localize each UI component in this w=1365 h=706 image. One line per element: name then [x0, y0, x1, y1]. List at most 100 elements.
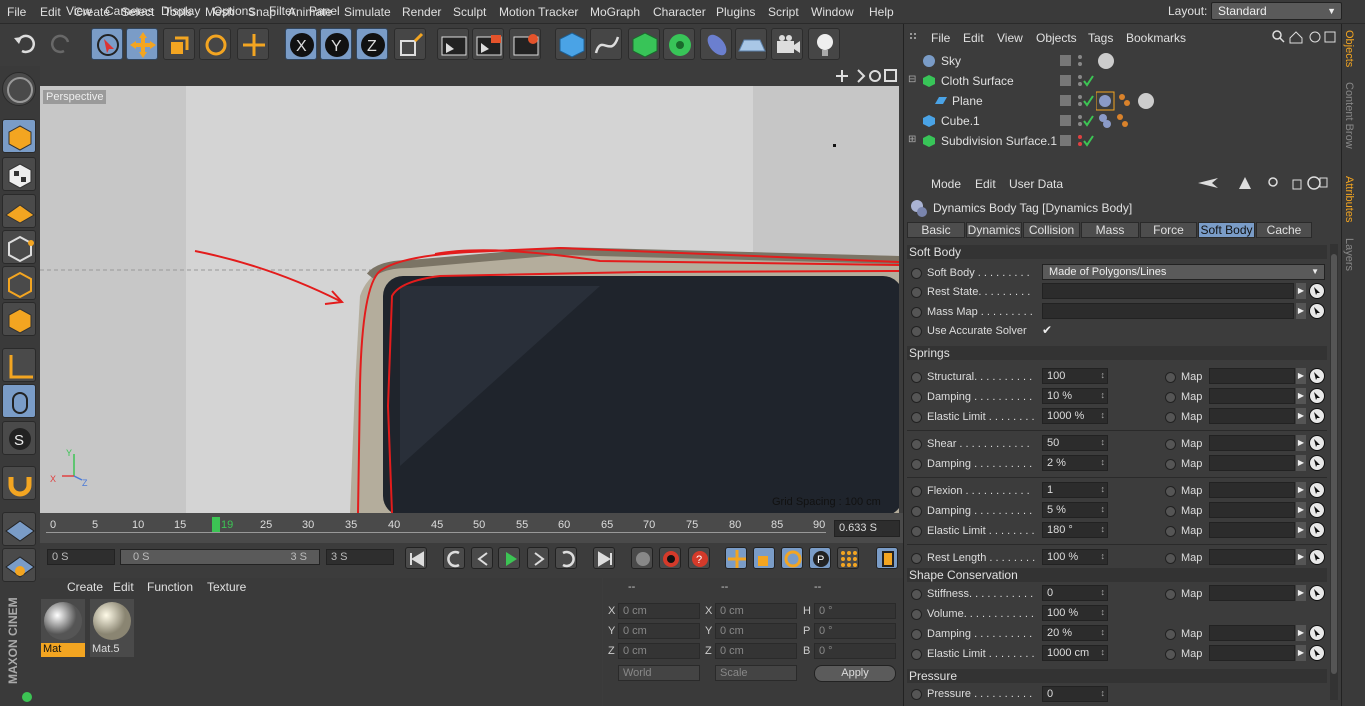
- link-arrow-icon[interactable]: ▶: [1296, 408, 1306, 424]
- scrollbar-thumb[interactable]: [1331, 254, 1337, 674]
- damping-field[interactable]: 10 %: [1042, 388, 1108, 404]
- collapse-icon[interactable]: ⊟: [908, 74, 916, 85]
- tab-cache[interactable]: Cache: [1256, 222, 1312, 238]
- rest-state-link-field[interactable]: [1042, 283, 1294, 299]
- animate-radio[interactable]: [911, 326, 922, 337]
- key-position-icon[interactable]: [725, 547, 747, 569]
- deformer-icon[interactable]: [700, 28, 732, 60]
- rotation-b-field[interactable]: 0 °: [814, 643, 896, 659]
- link-arrow-icon[interactable]: ▶: [1296, 435, 1306, 451]
- shape-elastic-limit-field[interactable]: 1000 cm: [1042, 645, 1108, 661]
- shear-damping-field[interactable]: 2 %: [1042, 455, 1108, 471]
- animate-radio[interactable]: [911, 506, 922, 517]
- visibility-toggles-icon[interactable]: [1060, 74, 1094, 88]
- link-arrow-icon[interactable]: ▶: [1296, 502, 1306, 518]
- menu-character[interactable]: Character: [653, 5, 706, 19]
- pick-arrow-icon[interactable]: [1309, 435, 1325, 451]
- map-animate-radio[interactable]: [1165, 439, 1176, 450]
- edges-mode-icon[interactable]: [2, 266, 36, 300]
- menu-motion-tracker[interactable]: Motion Tracker: [499, 5, 578, 19]
- animate-radio[interactable]: [911, 526, 922, 537]
- tweak-mode-icon[interactable]: [2, 384, 36, 418]
- collision-tag-icons[interactable]: [1098, 113, 1128, 129]
- menu-plugins[interactable]: Plugins: [716, 5, 755, 19]
- map-animate-radio[interactable]: [1165, 629, 1176, 640]
- render-region-icon[interactable]: [437, 28, 469, 60]
- rest-length-field[interactable]: 100 %: [1042, 549, 1108, 565]
- pick-arrow-icon[interactable]: [1309, 502, 1325, 518]
- position-y-field[interactable]: 0 cm: [618, 623, 700, 639]
- object-row-cube[interactable]: Cube.1: [908, 111, 1340, 131]
- snapping-icon[interactable]: [2, 466, 36, 500]
- previous-key-icon[interactable]: [443, 547, 465, 569]
- attr-scrollbar[interactable]: [1330, 244, 1338, 700]
- rotation-p-field[interactable]: 0 °: [814, 623, 896, 639]
- z-axis-icon[interactable]: Z: [356, 28, 388, 60]
- coordinate-system-icon[interactable]: [394, 28, 426, 60]
- spline-pen-icon[interactable]: [590, 28, 622, 60]
- redo-icon[interactable]: [46, 28, 78, 60]
- link-arrow-icon[interactable]: ▶: [1296, 368, 1306, 384]
- flexion-field[interactable]: 1: [1042, 482, 1108, 498]
- size-x-field[interactable]: 0 cm: [715, 603, 797, 619]
- pick-arrow-icon[interactable]: [1309, 388, 1325, 404]
- material-menu-edit[interactable]: Edit: [113, 580, 134, 594]
- pick-arrow-icon[interactable]: [1309, 368, 1325, 384]
- end-time-field[interactable]: 3 S: [326, 549, 394, 565]
- current-time-field[interactable]: 0.633 S: [834, 520, 900, 537]
- animate-radio[interactable]: [911, 392, 922, 403]
- menu-script[interactable]: Script: [768, 5, 799, 19]
- size-z-field[interactable]: 0 cm: [715, 643, 797, 659]
- pick-arrow-icon[interactable]: [1309, 283, 1325, 299]
- side-tab-content-browser[interactable]: Content Brow: [1343, 82, 1355, 149]
- link-arrow-icon[interactable]: ▶: [1296, 303, 1306, 319]
- flexion-damping-map-field[interactable]: [1209, 502, 1295, 518]
- key-parameter-icon[interactable]: P: [809, 547, 831, 569]
- animate-radio[interactable]: [911, 287, 922, 298]
- map-animate-radio[interactable]: [1165, 459, 1176, 470]
- menu-mograph[interactable]: MoGraph: [590, 5, 640, 19]
- objects-menu-tags[interactable]: Tags: [1088, 31, 1113, 45]
- attr-toolbar-icons[interactable]: [1198, 175, 1328, 191]
- go-to-start-icon[interactable]: [405, 547, 427, 569]
- objects-menu-bookmarks[interactable]: Bookmarks: [1126, 31, 1186, 45]
- objects-menu-edit[interactable]: Edit: [963, 31, 984, 45]
- live-selection-icon[interactable]: [91, 28, 123, 60]
- solo-icon[interactable]: S: [2, 421, 36, 455]
- next-key-icon[interactable]: [555, 547, 577, 569]
- cube-icon[interactable]: [555, 28, 587, 60]
- link-arrow-icon[interactable]: ▶: [1296, 522, 1306, 538]
- animate-radio[interactable]: [911, 609, 922, 620]
- visibility-toggles-icon[interactable]: [1060, 134, 1094, 148]
- viewport-nav-icons[interactable]: [836, 69, 898, 83]
- menu-help[interactable]: Help: [869, 5, 894, 19]
- map-animate-radio[interactable]: [1165, 526, 1176, 537]
- y-axis-icon[interactable]: Y: [320, 28, 352, 60]
- planar-workplane-icon[interactable]: [2, 548, 36, 582]
- tab-basic[interactable]: Basic: [907, 222, 965, 238]
- subdivision-surface-icon[interactable]: [628, 28, 660, 60]
- points-mode-icon[interactable]: [2, 230, 36, 264]
- objects-menu-view[interactable]: View: [997, 31, 1023, 45]
- attr-menu-edit[interactable]: Edit: [975, 177, 996, 191]
- object-row-sky[interactable]: Sky: [908, 51, 1340, 71]
- animate-radio[interactable]: [911, 629, 922, 640]
- x-axis-icon[interactable]: X: [285, 28, 317, 60]
- mass-map-link-field[interactable]: [1042, 303, 1294, 319]
- attr-menu-mode[interactable]: Mode: [931, 177, 961, 191]
- scale-icon[interactable]: [163, 28, 195, 60]
- make-editable-icon[interactable]: [2, 72, 36, 106]
- viewport-3d[interactable]: Y X Z: [40, 86, 899, 513]
- record-keys-icon[interactable]: [631, 547, 653, 569]
- position-z-field[interactable]: 0 cm: [618, 643, 700, 659]
- rotation-h-field[interactable]: 0 °: [814, 603, 896, 619]
- pick-arrow-icon[interactable]: [1309, 522, 1325, 538]
- layout-select[interactable]: Standard ▼: [1211, 2, 1342, 20]
- object-row-plane[interactable]: Plane: [908, 91, 1340, 111]
- polygons-mode-icon[interactable]: [2, 302, 36, 336]
- material-swatch-mat5[interactable]: Mat.5: [90, 599, 134, 657]
- elastic-limit-map-field[interactable]: [1209, 408, 1295, 424]
- camera-icon[interactable]: [771, 28, 803, 60]
- side-tab-attributes[interactable]: Attributes: [1343, 176, 1355, 222]
- link-arrow-icon[interactable]: ▶: [1296, 585, 1306, 601]
